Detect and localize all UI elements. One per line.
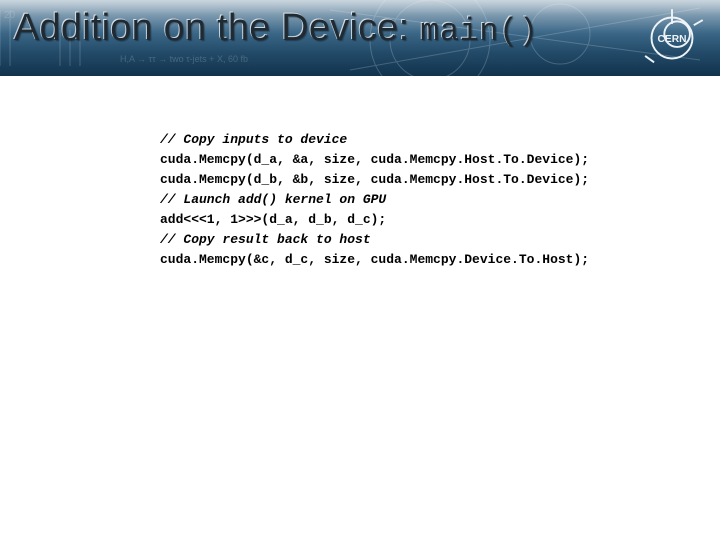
- code-line: cuda.Memcpy(&c, d_c, size, cuda.Memcpy.D…: [160, 250, 700, 270]
- cern-logo-icon: CERN: [640, 6, 704, 70]
- code-line: // Launch add() kernel on GPU: [160, 190, 700, 210]
- code-line: // Copy inputs to device: [160, 130, 700, 150]
- code-line: cuda.Memcpy(d_a, &a, size, cuda.Memcpy.H…: [160, 150, 700, 170]
- header-bar: 20 H,A → ττ → two τ-jets + X, 60 fb Addi…: [0, 0, 720, 76]
- code-line: cuda.Memcpy(d_b, &b, size, cuda.Memcpy.H…: [160, 170, 700, 190]
- cern-logo-text: CERN: [658, 34, 687, 45]
- slide: 20 H,A → ττ → two τ-jets + X, 60 fb Addi…: [0, 0, 720, 540]
- svg-text:H,A → ττ → two τ-jets + X, 60: H,A → ττ → two τ-jets + X, 60 fb: [120, 54, 248, 64]
- slide-title: Addition on the Device: main(): [14, 8, 538, 50]
- code-block: // Copy inputs to device cuda.Memcpy(d_a…: [160, 130, 700, 270]
- code-line: add<<<1, 1>>>(d_a, d_b, d_c);: [160, 210, 700, 230]
- title-plain: Addition on the Device:: [14, 7, 420, 49]
- code-line: // Copy result back to host: [160, 230, 700, 250]
- title-mono: main(): [420, 13, 538, 50]
